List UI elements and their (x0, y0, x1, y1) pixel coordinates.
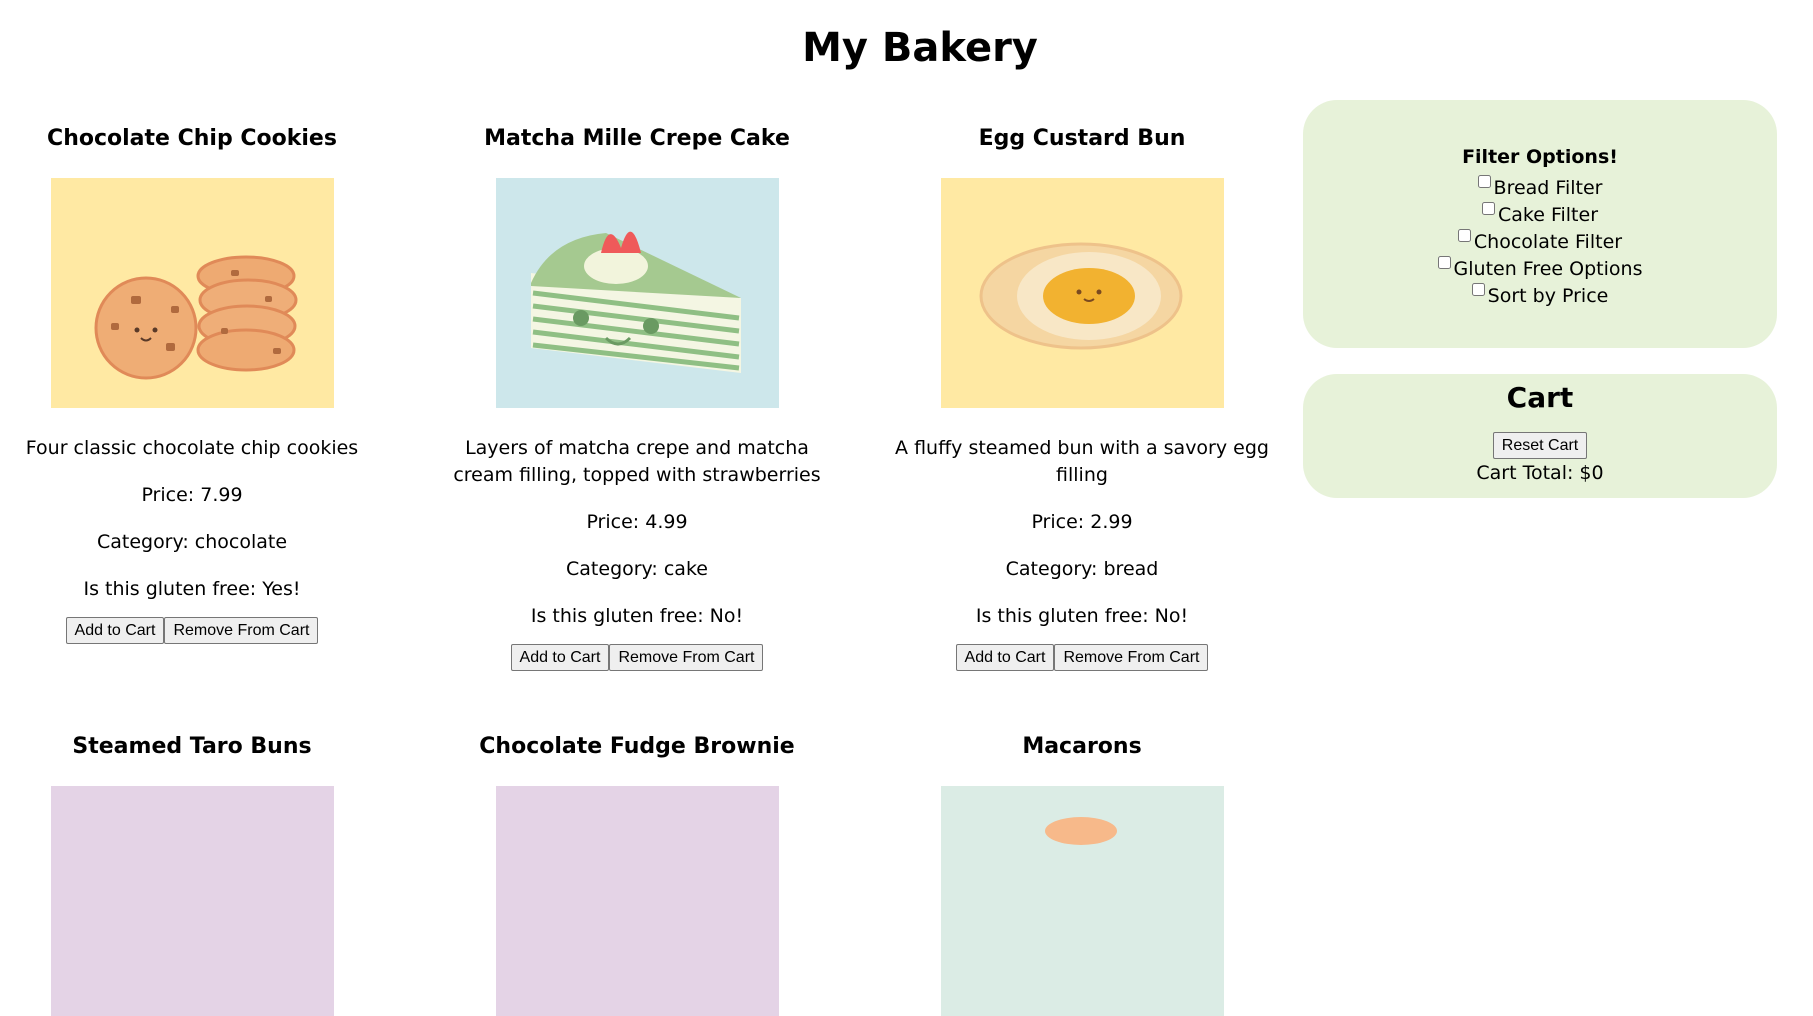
taro-bun-image (50, 786, 334, 1016)
filter-label: Chocolate Filter (1473, 231, 1623, 253)
product-actions: Add to Cart Remove From Cart (882, 644, 1282, 671)
reset-cart-button[interactable]: Reset Cart (1492, 432, 1588, 459)
remove-from-cart-button[interactable]: Remove From Cart (164, 617, 319, 644)
product-description: Four classic chocolate chip cookies (25, 437, 359, 459)
filter-option-gluten-free[interactable]: Gluten Free Options (1303, 256, 1777, 283)
gluten-free-checkbox[interactable] (1437, 256, 1451, 269)
macarons-image (940, 786, 1224, 1016)
filter-option-chocolate[interactable]: Chocolate Filter (1303, 229, 1777, 256)
crepe-cake-illustration (495, 178, 779, 408)
product-card-brownie: Chocolate Fudge Brownie (437, 732, 837, 1016)
product-price: Price: 2.99 (1031, 511, 1133, 533)
product-category: Category: cake (566, 558, 708, 580)
remove-from-cart-button[interactable]: Remove From Cart (609, 644, 764, 671)
product-card-custard-bun: Egg Custard Bun A fluffy steamed bun wit… (882, 124, 1282, 671)
product-gluten: Is this gluten free: No! (530, 605, 744, 627)
filter-option-cake[interactable]: Cake Filter (1303, 202, 1777, 229)
product-price: Price: 7.99 (141, 484, 243, 506)
cart-total: Cart Total: $0 (1476, 462, 1604, 484)
product-card-macarons: Macarons (882, 732, 1282, 1016)
filter-label: Gluten Free Options (1453, 258, 1643, 280)
product-actions: Add to Cart Remove From Cart (0, 617, 392, 644)
product-name: Chocolate Fudge Brownie (479, 734, 795, 759)
filter-title: Filter Options! (1462, 146, 1618, 168)
product-actions: Add to Cart Remove From Cart (437, 644, 837, 671)
crepe-cake-image (495, 178, 779, 408)
filter-label: Cake Filter (1497, 204, 1599, 226)
product-card-taro-buns: Steamed Taro Buns (0, 732, 392, 1016)
cookies-image (50, 178, 334, 408)
filter-panel: Filter Options! Bread Filter Cake Filter… (1303, 100, 1777, 348)
bread-filter-checkbox[interactable] (1477, 175, 1491, 188)
filter-label: Sort by Price (1487, 285, 1609, 307)
remove-from-cart-button[interactable]: Remove From Cart (1054, 644, 1209, 671)
macarons-illustration (940, 786, 1224, 1016)
product-name: Chocolate Chip Cookies (47, 126, 337, 151)
product-gluten: Is this gluten free: No! (975, 605, 1189, 627)
cookies-illustration (50, 178, 334, 408)
add-to-cart-button[interactable]: Add to Cart (65, 617, 165, 644)
page-title: My Bakery (802, 25, 1038, 71)
product-name: Matcha Mille Crepe Cake (484, 126, 790, 151)
product-name: Steamed Taro Buns (72, 734, 312, 759)
product-description: A fluffy steamed bun with a savory egg f… (895, 437, 1269, 486)
custard-bun-illustration (940, 178, 1224, 408)
product-category: Category: chocolate (96, 531, 288, 553)
add-to-cart-button[interactable]: Add to Cart (955, 644, 1055, 671)
brownie-image (495, 786, 779, 1016)
product-description: Layers of matcha crepe and matcha cream … (453, 437, 821, 486)
product-price: Price: 4.99 (586, 511, 688, 533)
filter-option-sort-price[interactable]: Sort by Price (1303, 283, 1777, 310)
product-category: Category: bread (1005, 558, 1159, 580)
filter-list: Bread Filter Cake Filter Chocolate Filte… (1303, 175, 1777, 310)
product-name: Egg Custard Bun (978, 126, 1186, 151)
filter-option-bread[interactable]: Bread Filter (1303, 175, 1777, 202)
cart-title: Cart (1506, 381, 1574, 414)
product-gluten: Is this gluten free: Yes! (83, 578, 301, 600)
custard-bun-image (940, 178, 1224, 408)
add-to-cart-button[interactable]: Add to Cart (510, 644, 610, 671)
filter-label: Bread Filter (1493, 177, 1603, 199)
product-card-matcha-cake: Matcha Mille Crepe Cake Layers of matcha… (437, 124, 837, 671)
product-name: Macarons (1022, 734, 1142, 759)
product-card-cookies: Chocolate Chip Cookies Four classic choc… (0, 124, 392, 644)
sort-by-price-checkbox[interactable] (1471, 283, 1485, 296)
cart-panel: Cart Reset Cart Cart Total: $0 (1303, 374, 1777, 498)
chocolate-filter-checkbox[interactable] (1457, 229, 1471, 242)
cake-filter-checkbox[interactable] (1481, 202, 1495, 215)
